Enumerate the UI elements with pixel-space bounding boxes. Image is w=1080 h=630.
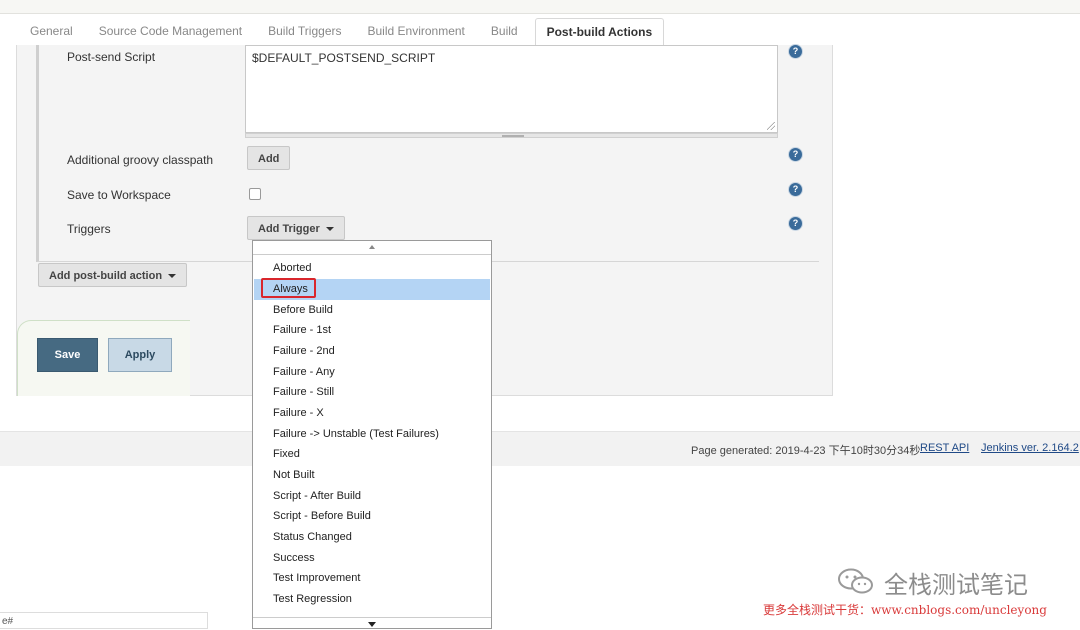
menu-item-status-changed[interactable]: Status Changed xyxy=(254,527,490,548)
help-icon[interactable]: ? xyxy=(789,148,802,161)
menu-item-failure-x[interactable]: Failure - X xyxy=(254,403,490,424)
groovy-classpath-label: Additional groovy classpath xyxy=(67,153,214,167)
arrow-up-icon xyxy=(369,245,375,249)
post-send-script-value: $DEFAULT_POSTSEND_SCRIPT xyxy=(252,51,436,65)
watermark-subtitle: 更多全栈测试干货：www.cnblogs.com/uncleyong xyxy=(763,603,1047,617)
save-to-workspace-checkbox[interactable] xyxy=(249,188,261,200)
page-generated-text: Page generated: 2019-4-23 下午10时30分34秒 xyxy=(691,445,921,457)
tab-source-code-management[interactable]: Source Code Management xyxy=(86,18,255,46)
tab-post-build-actions[interactable]: Post-build Actions xyxy=(534,18,665,47)
arrow-down-icon xyxy=(368,622,376,627)
top-strip xyxy=(0,0,1080,14)
tab-general[interactable]: General xyxy=(17,18,86,46)
menu-item-failure-unstable[interactable]: Failure -> Unstable (Test Failures) xyxy=(254,424,490,445)
menu-item-script-before-build[interactable]: Script - Before Build xyxy=(254,506,490,527)
add-trigger-button[interactable]: Add Trigger xyxy=(247,216,345,240)
help-icon[interactable]: ? xyxy=(789,183,802,196)
menu-item-success[interactable]: Success xyxy=(254,548,490,569)
triggers-label: Triggers xyxy=(67,222,111,236)
config-tabs: General Source Code Management Build Tri… xyxy=(17,18,665,47)
save-to-workspace-label: Save to Workspace xyxy=(67,188,171,202)
add-post-build-action-button[interactable]: Add post-build action xyxy=(38,263,188,287)
menu-item-failure-any[interactable]: Failure - Any xyxy=(254,362,490,383)
add-classpath-button[interactable]: Add xyxy=(247,146,290,170)
help-icon[interactable]: ? xyxy=(789,45,802,58)
post-send-script-textarea[interactable]: $DEFAULT_POSTSEND_SCRIPT xyxy=(245,45,778,133)
menu-item-failure-1st[interactable]: Failure - 1st xyxy=(254,320,490,341)
menu-item-before-build[interactable]: Before Build xyxy=(254,300,490,321)
scroll-up-button[interactable] xyxy=(253,241,491,255)
add-post-build-action-label: Add post-build action xyxy=(49,270,163,282)
menu-item-failure-2nd[interactable]: Failure - 2nd xyxy=(254,341,490,362)
caret-down-icon xyxy=(325,227,334,232)
textarea-resize-handle[interactable] xyxy=(245,133,778,138)
resize-grip-icon[interactable] xyxy=(767,122,775,130)
menu-item-test-regression[interactable]: Test Regression xyxy=(254,589,490,610)
rest-api-link[interactable]: REST API xyxy=(920,442,969,454)
post-send-script-label: Post-send Script xyxy=(67,50,156,64)
menu-item-test-improvement[interactable]: Test Improvement xyxy=(254,568,490,589)
menu-item-failure-still[interactable]: Failure - Still xyxy=(254,382,490,403)
scroll-down-button[interactable] xyxy=(253,617,491,628)
menu-item-script-after-build[interactable]: Script - After Build xyxy=(254,486,490,507)
tab-build-environment[interactable]: Build Environment xyxy=(355,18,478,46)
tab-build-triggers[interactable]: Build Triggers xyxy=(255,18,354,46)
caret-down-icon xyxy=(168,274,177,279)
bottom-input-field[interactable]: e# xyxy=(0,612,208,629)
help-icon[interactable]: ? xyxy=(789,217,802,230)
menu-item-always[interactable]: Always xyxy=(254,279,490,300)
menu-item-fixed[interactable]: Fixed xyxy=(254,444,490,465)
tab-build[interactable]: Build xyxy=(478,18,531,46)
trigger-dropdown-menu: Aborted Always Before Build Failure - 1s… xyxy=(252,240,492,629)
watermark-title: 全栈测试笔记 xyxy=(884,571,1028,599)
add-trigger-label: Add Trigger xyxy=(258,223,320,235)
apply-button[interactable]: Apply xyxy=(108,338,172,372)
menu-item-not-built[interactable]: Not Built xyxy=(254,465,490,486)
menu-item-aborted[interactable]: Aborted xyxy=(254,258,490,279)
drag-handle-icon xyxy=(502,135,524,137)
save-button[interactable]: Save xyxy=(37,338,98,372)
jenkins-version-link[interactable]: Jenkins ver. 2.164.2 xyxy=(981,442,1079,454)
wechat-icon xyxy=(838,568,873,594)
